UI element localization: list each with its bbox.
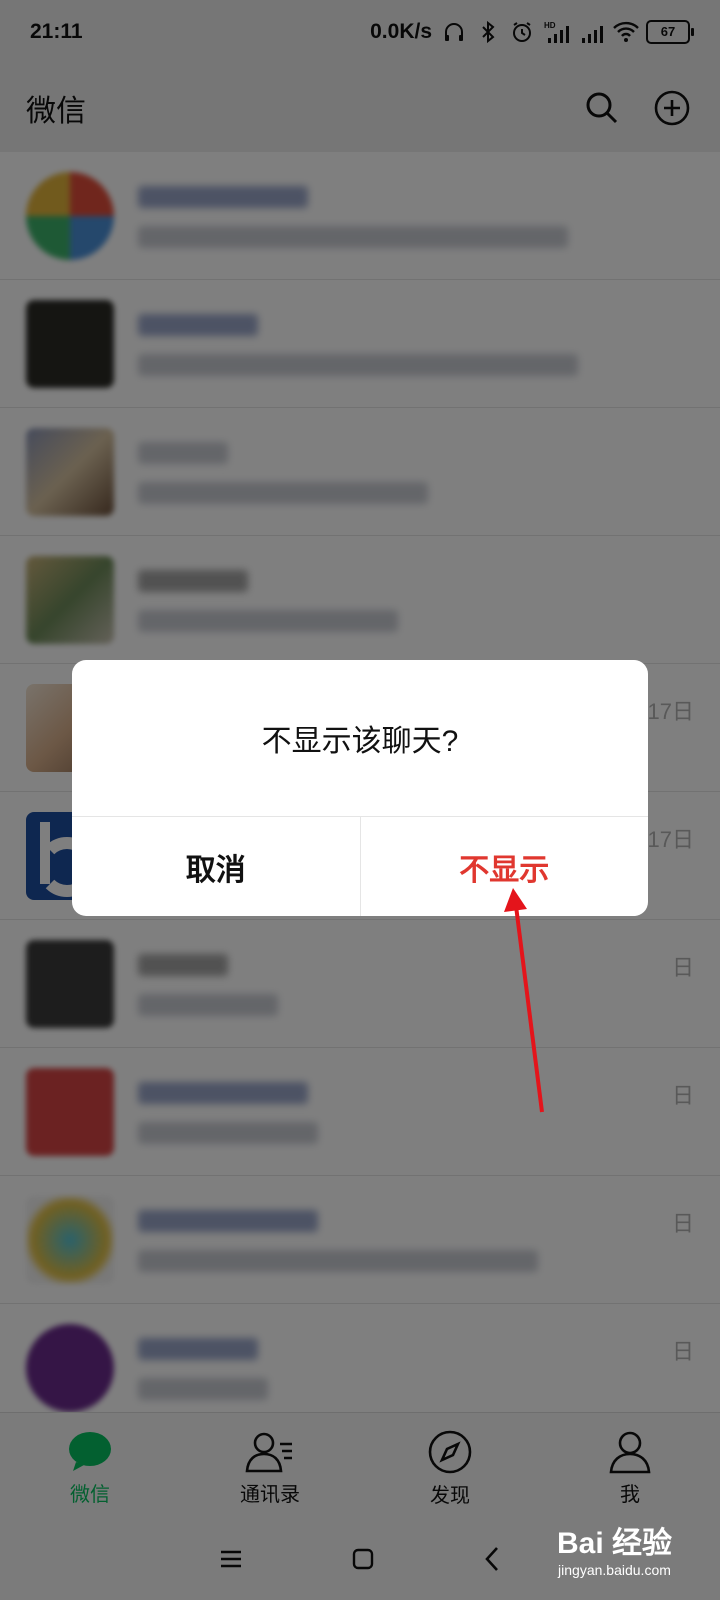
watermark: Bai 经验 jingyan.baidu.com — [557, 1518, 672, 1578]
dialog-buttons: 取消 不显示 — [72, 817, 648, 916]
cancel-button[interactable]: 取消 — [72, 817, 361, 916]
hide-chat-button[interactable]: 不显示 — [361, 817, 649, 916]
watermark-logo: Bai 经验 — [556, 1527, 672, 1560]
confirm-dialog: 不显示该聊天? 取消 不显示 — [72, 660, 648, 916]
watermark-url: jingyan.baidu.com — [558, 1562, 671, 1578]
dialog-question: 不显示该聊天? — [72, 660, 648, 817]
